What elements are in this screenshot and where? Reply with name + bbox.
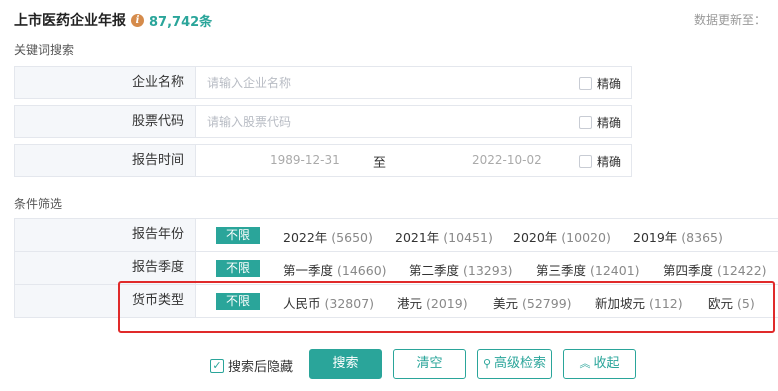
filter-option[interactable]: 第四季度 (12422)	[663, 260, 767, 279]
filter-row-currency-type: 货币类型 不限 人民币 (32807) 港元 (2019) 美元 (52799)…	[14, 285, 778, 318]
page-title: 上市医药企业年报	[14, 13, 126, 29]
checkbox-icon[interactable]	[578, 116, 592, 129]
search-button[interactable]: 搜索	[309, 349, 382, 379]
filter-option[interactable]: 第三季度 (12401)	[536, 260, 640, 279]
filter-options-currency-type: 不限 人民币 (32807) 港元 (2019) 美元 (52799) 新加坡元…	[196, 285, 778, 317]
filter-option[interactable]: 第二季度 (13293)	[409, 260, 513, 279]
keyword-section-label: 关键词搜索	[14, 43, 75, 57]
filter-label-report-quarter: 报告季度	[15, 252, 196, 284]
clear-button[interactable]: 清空	[393, 349, 466, 379]
checkbox-icon[interactable]	[578, 77, 592, 90]
filter-section-label: 条件筛选	[14, 197, 63, 211]
filter-option[interactable]: 2019年 (8365)	[633, 227, 723, 246]
advanced-search-icon: ⚲	[482, 357, 492, 370]
filter-options-report-quarter: 不限 第一季度 (14660) 第二季度 (13293) 第三季度 (12401…	[196, 252, 778, 284]
stock-code-label: 股票代码	[15, 106, 196, 137]
filter-option[interactable]: 第一季度 (14660)	[283, 260, 387, 279]
report-time-row: 报告时间 1989-12-31 至 2022-10-02 精确	[14, 144, 632, 177]
filter-label-currency-type: 货币类型	[15, 285, 196, 317]
stock-code-row: 股票代码 精确	[14, 105, 632, 138]
record-count: 87,742条	[149, 14, 213, 30]
data-update-text: 数据更新至：	[694, 13, 767, 27]
end-date-input[interactable]: 2022-10-02	[472, 153, 542, 167]
filter-option[interactable]: 2022年 (5650)	[283, 227, 373, 246]
start-date-input[interactable]: 1989-12-31	[270, 153, 340, 167]
filter-option[interactable]: 港元 (2019)	[397, 293, 468, 312]
company-name-input[interactable]	[196, 67, 546, 98]
filter-option[interactable]: 人民币 (32807)	[283, 293, 374, 312]
double-chevron-up-icon: ︽	[579, 357, 591, 370]
checkbox-icon[interactable]	[578, 155, 592, 168]
collapse-button[interactable]: ︽ 收起	[563, 349, 636, 379]
filter-option[interactable]: 2020年 (10020)	[513, 227, 611, 246]
exact-label: 精确	[596, 116, 621, 130]
hide-after-search-label: 搜索后隐藏	[228, 360, 294, 375]
hide-after-search-toggle[interactable]: ✓ 搜索后隐藏	[210, 356, 293, 375]
page-header: 上市医药企业年报 i 87,742条	[14, 10, 212, 30]
stock-code-exact-checkbox[interactable]: 精确	[578, 114, 621, 131]
collapse-label: 收起	[593, 356, 620, 371]
filter-table: 报告年份 不限 2022年 (5650) 2021年 (10451) 2020年…	[14, 218, 778, 318]
stock-code-cell: 精确	[196, 106, 631, 137]
company-name-label: 企业名称	[15, 67, 196, 98]
exact-label: 精确	[596, 77, 621, 91]
report-time-label: 报告时间	[15, 145, 196, 176]
filter-option-unlimited[interactable]: 不限	[216, 293, 260, 310]
stock-code-input[interactable]	[196, 106, 546, 137]
advanced-search-label: 高级检索	[494, 356, 547, 371]
filter-option[interactable]: 新加坡元 (112)	[595, 293, 683, 312]
advanced-search-button[interactable]: ⚲ 高级检索	[477, 349, 552, 379]
filter-option[interactable]: 美元 (52799)	[493, 293, 572, 312]
filter-option[interactable]: 2021年 (10451)	[395, 227, 493, 246]
company-name-exact-checkbox[interactable]: 精确	[578, 75, 621, 92]
filter-option[interactable]: 欧元 (5)	[708, 293, 755, 312]
filter-row-report-quarter: 报告季度 不限 第一季度 (14660) 第二季度 (13293) 第三季度 (…	[14, 252, 778, 285]
company-name-row: 企业名称 精确	[14, 66, 632, 99]
filter-options-report-year: 不限 2022年 (5650) 2021年 (10451) 2020年 (100…	[196, 219, 778, 251]
company-name-cell: 精确	[196, 67, 631, 98]
date-separator: 至	[373, 156, 387, 171]
report-time-exact-checkbox[interactable]: 精确	[578, 153, 621, 170]
exact-label: 精确	[596, 155, 621, 169]
info-icon[interactable]: i	[131, 13, 144, 27]
filter-option-unlimited[interactable]: 不限	[216, 260, 260, 277]
filter-option-unlimited[interactable]: 不限	[216, 227, 260, 244]
check-icon[interactable]: ✓	[210, 358, 224, 373]
filter-row-report-year: 报告年份 不限 2022年 (5650) 2021年 (10451) 2020年…	[14, 219, 778, 252]
report-time-cell: 1989-12-31 至 2022-10-02 精确	[196, 145, 631, 176]
filter-label-report-year: 报告年份	[15, 219, 196, 251]
